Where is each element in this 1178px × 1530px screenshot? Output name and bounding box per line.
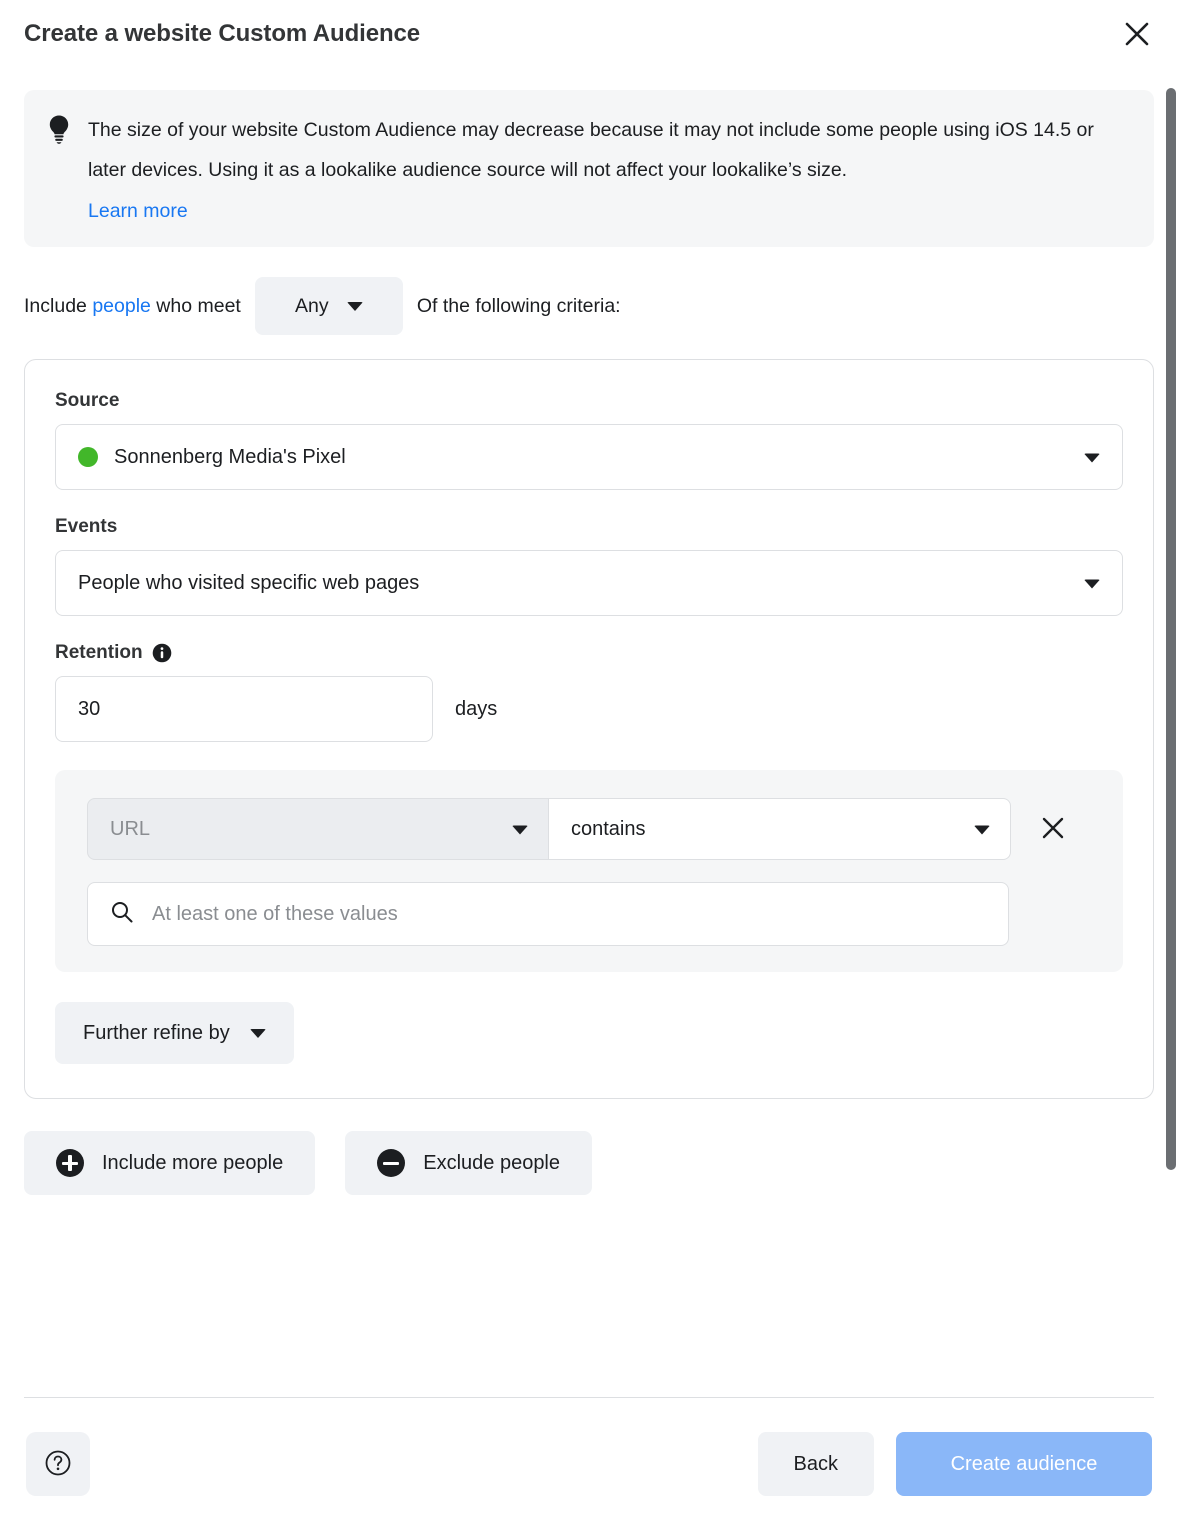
search-icon (110, 900, 134, 929)
match-type-dropdown[interactable]: Any (254, 277, 403, 335)
dialog-body: The size of your website Custom Audience… (0, 68, 1178, 1397)
events-value: People who visited specific web pages (78, 571, 420, 594)
close-icon (1124, 21, 1150, 50)
source-value: Sonnenberg Media's Pixel (114, 445, 346, 468)
retention-label-text: Retention (55, 642, 143, 663)
chevron-down-icon (1084, 446, 1100, 469)
retention-days-input[interactable] (55, 676, 433, 742)
source-label: Source (55, 390, 120, 411)
help-button[interactable] (26, 1432, 90, 1496)
create-audience-dialog: Create a website Custom Audience The siz… (0, 0, 1178, 1530)
close-dialog-button[interactable] (1116, 14, 1158, 56)
criteria-suffix: Of the following criteria: (416, 294, 621, 317)
rule-row: URL contains (87, 798, 1093, 860)
dialog-footer: Back Create audience (0, 1398, 1178, 1530)
further-refine-button[interactable]: Further refine by (55, 1002, 294, 1064)
events-dropdown[interactable]: People who visited specific web pages (55, 550, 1123, 616)
back-button[interactable]: Back (757, 1432, 874, 1496)
criteria-prefix: Include (24, 294, 87, 317)
events-label: Events (55, 516, 118, 537)
criteria-middle: who meet (156, 294, 241, 317)
minus-circle-icon (377, 1149, 406, 1177)
rule-operator-value: contains (571, 817, 646, 840)
banner-text: The size of your website Custom Audience… (88, 119, 1094, 181)
chevron-down-icon (249, 1028, 266, 1038)
create-audience-button[interactable]: Create audience (896, 1432, 1152, 1496)
close-icon (1041, 816, 1065, 843)
include-more-people-label: Include more people (102, 1151, 284, 1174)
chevron-down-icon (974, 818, 990, 841)
scrollbar-track[interactable] (1164, 0, 1178, 1530)
rule-field-dropdown[interactable]: URL (87, 798, 549, 860)
chevron-down-icon (1084, 572, 1100, 595)
rule-values-input[interactable] (150, 901, 986, 927)
criteria-card: Source Sonnenberg Media's Pixel Events P… (24, 359, 1154, 1099)
scrollbar-thumb[interactable] (1166, 88, 1176, 1170)
match-type-value: Any (295, 294, 329, 317)
exclude-people-label: Exclude people (423, 1151, 561, 1174)
criteria-row: Include people who meet Any Of the follo… (24, 277, 1154, 335)
plus-circle-icon (56, 1149, 84, 1177)
lightbulb-icon (46, 110, 72, 223)
remove-rule-button[interactable] (1031, 807, 1075, 851)
learn-more-link[interactable]: Learn more (88, 200, 188, 223)
chevron-down-icon (346, 301, 363, 311)
rule-values-field[interactable] (87, 882, 1009, 946)
retention-label: Retention (55, 642, 1123, 664)
banner-body: The size of your website Custom Audience… (88, 110, 1130, 223)
retention-row: days (55, 676, 1123, 742)
audience-actions: Include more people Exclude people (24, 1131, 1154, 1195)
rule-operator-dropdown[interactable]: contains (549, 798, 1011, 860)
include-more-people-button[interactable]: Include more people (24, 1131, 316, 1195)
info-icon[interactable] (152, 643, 172, 663)
people-link[interactable]: people (92, 295, 151, 318)
ios-notice-banner: The size of your website Custom Audience… (24, 90, 1154, 247)
chevron-down-icon (512, 818, 528, 841)
question-circle-icon (43, 1448, 73, 1481)
dialog-header: Create a website Custom Audience (0, 0, 1178, 68)
url-rule-block: URL contains (55, 770, 1123, 972)
pixel-status-dot (78, 447, 98, 467)
further-refine-label: Further refine by (83, 1021, 230, 1044)
page-title: Create a website Custom Audience (24, 20, 421, 47)
exclude-people-button[interactable]: Exclude people (345, 1131, 593, 1195)
retention-unit-label: days (455, 697, 498, 720)
source-dropdown[interactable]: Sonnenberg Media's Pixel (55, 424, 1123, 490)
rule-field-value: URL (110, 817, 151, 840)
